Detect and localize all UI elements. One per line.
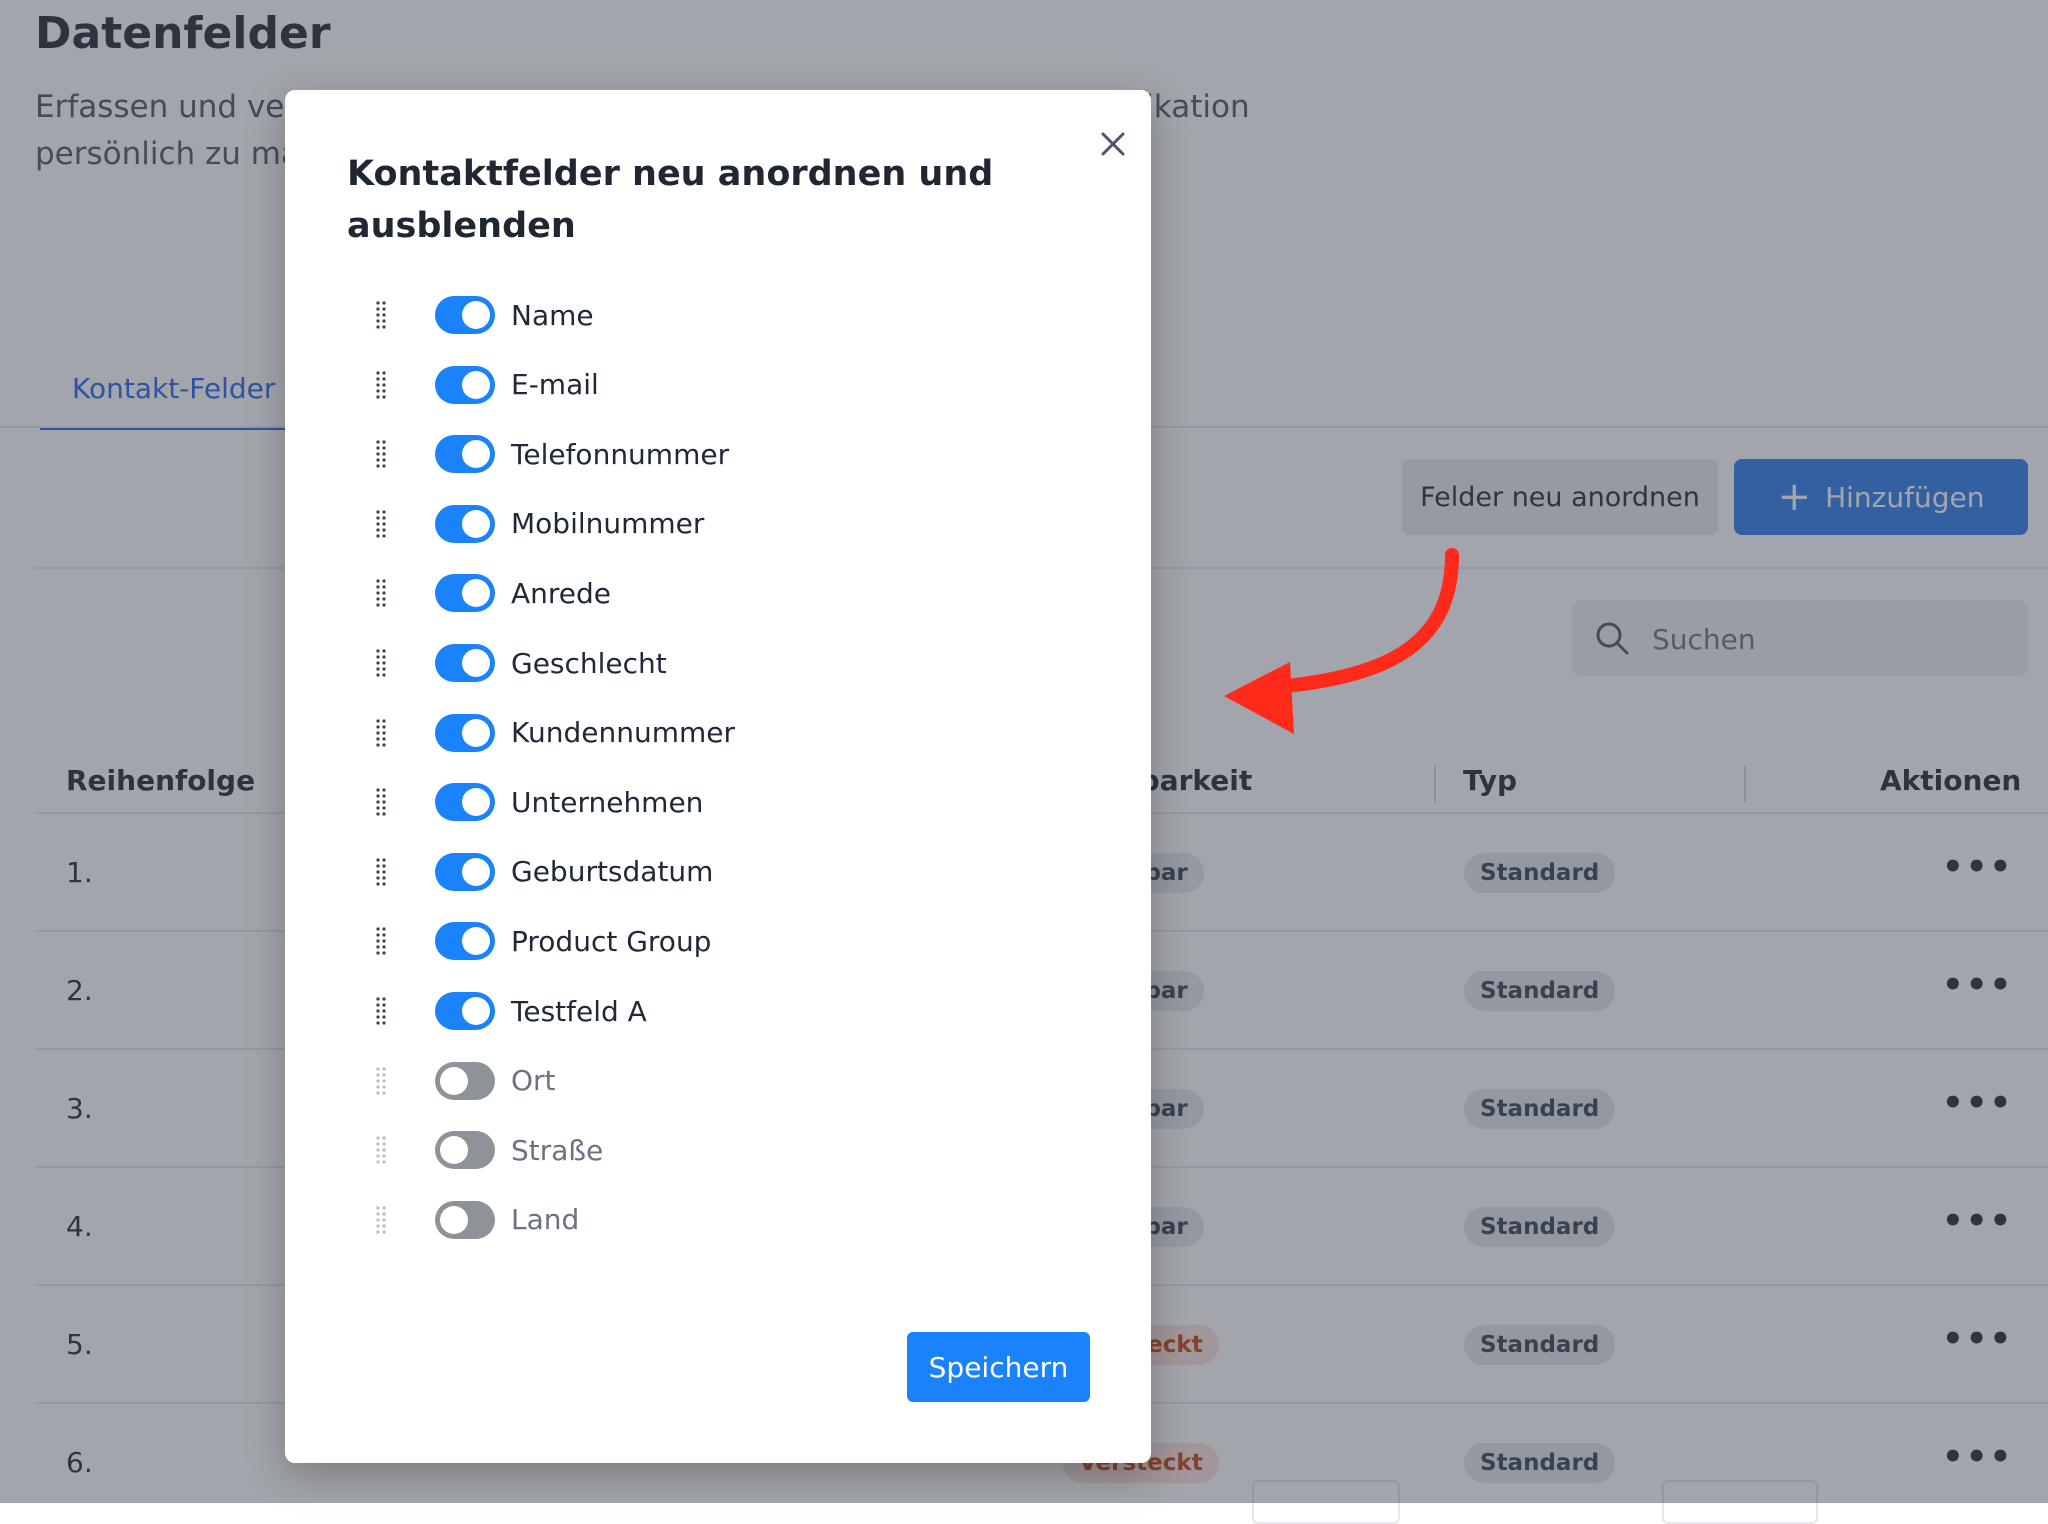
field-row: Unternehmen bbox=[375, 777, 1055, 827]
visibility-toggle[interactable] bbox=[435, 365, 495, 404]
drag-handle-icon[interactable] bbox=[375, 300, 387, 330]
visibility-toggle[interactable] bbox=[435, 435, 495, 474]
drag-handle-icon[interactable] bbox=[375, 578, 387, 608]
drag-handle-icon[interactable] bbox=[375, 509, 387, 539]
visibility-toggle[interactable] bbox=[435, 922, 495, 961]
drag-handle-icon[interactable] bbox=[375, 996, 387, 1026]
drag-handle-icon[interactable] bbox=[375, 1135, 387, 1165]
field-row: Geschlecht bbox=[375, 638, 1055, 688]
visibility-toggle[interactable] bbox=[435, 713, 495, 752]
visibility-toggle[interactable] bbox=[435, 644, 495, 682]
toggle-knob bbox=[462, 997, 490, 1025]
visibility-toggle[interactable] bbox=[435, 296, 495, 334]
field-label: E-mail bbox=[511, 368, 599, 402]
field-label: Telefonnummer bbox=[511, 437, 730, 471]
field-label: Geschlecht bbox=[511, 646, 667, 680]
visibility-toggle[interactable] bbox=[435, 1200, 495, 1239]
visibility-toggle[interactable] bbox=[435, 992, 495, 1030]
toggle-knob bbox=[462, 857, 490, 886]
toggle-knob bbox=[440, 1136, 468, 1165]
visibility-toggle[interactable] bbox=[435, 574, 495, 613]
visibility-toggle[interactable] bbox=[435, 1131, 495, 1170]
field-label: Kundennummer bbox=[511, 716, 735, 750]
field-label: Unternehmen bbox=[511, 785, 704, 819]
reorder-fields-dialog: Kontaktfelder neu anordnen und ausblende… bbox=[285, 90, 1151, 1463]
toggle-knob bbox=[462, 649, 490, 677]
drag-handle-icon[interactable] bbox=[375, 718, 387, 748]
field-row: Telefonnummer bbox=[375, 429, 1055, 479]
field-label: Geburtsdatum bbox=[511, 855, 714, 889]
field-row: Anrede bbox=[375, 568, 1055, 618]
visibility-toggle[interactable] bbox=[435, 852, 495, 891]
field-row: Ort bbox=[375, 1056, 1055, 1106]
field-label: Testfeld A bbox=[511, 994, 647, 1028]
field-row: Mobilnummer bbox=[375, 499, 1055, 549]
field-row: Testfeld A bbox=[375, 986, 1055, 1036]
drag-handle-icon[interactable] bbox=[375, 857, 387, 887]
field-label: Product Group bbox=[511, 924, 712, 958]
field-row: Straße bbox=[375, 1125, 1055, 1175]
field-label: Anrede bbox=[511, 576, 612, 610]
field-row: Product Group bbox=[375, 916, 1055, 966]
field-row: Name bbox=[375, 290, 1055, 340]
toggle-knob bbox=[462, 927, 490, 956]
toggle-knob bbox=[462, 370, 490, 399]
drag-handle-icon[interactable] bbox=[375, 926, 387, 956]
drag-handle-icon[interactable] bbox=[375, 1066, 387, 1096]
toggle-knob bbox=[462, 509, 490, 538]
drag-handle-icon[interactable] bbox=[375, 787, 387, 817]
visibility-toggle[interactable] bbox=[435, 783, 495, 822]
close-icon[interactable] bbox=[1091, 122, 1135, 166]
field-row: Kundennummer bbox=[375, 708, 1055, 758]
toggle-knob bbox=[462, 301, 490, 329]
save-button[interactable]: Speichern bbox=[907, 1332, 1090, 1402]
annotation-arrow bbox=[1224, 548, 1459, 734]
field-label: Name bbox=[511, 298, 594, 332]
field-row: E-mail bbox=[375, 360, 1055, 410]
field-label: Straße bbox=[511, 1133, 604, 1167]
toggle-knob bbox=[462, 788, 490, 817]
visibility-toggle[interactable] bbox=[435, 504, 495, 543]
field-row: Geburtsdatum bbox=[375, 847, 1055, 897]
field-row: Land bbox=[375, 1195, 1055, 1245]
drag-handle-icon[interactable] bbox=[375, 1205, 387, 1235]
drag-handle-icon[interactable] bbox=[375, 370, 387, 400]
toggle-knob bbox=[462, 440, 490, 469]
drag-handle-icon[interactable] bbox=[375, 439, 387, 469]
field-label: Ort bbox=[511, 1064, 556, 1098]
field-label: Mobilnummer bbox=[511, 507, 705, 541]
toggle-knob bbox=[440, 1066, 468, 1095]
visibility-toggle[interactable] bbox=[435, 1061, 495, 1100]
drag-handle-icon[interactable] bbox=[375, 648, 387, 678]
toggle-knob bbox=[462, 579, 490, 608]
field-label: Land bbox=[511, 1203, 580, 1237]
toggle-knob bbox=[440, 1205, 468, 1234]
dialog-title: Kontaktfelder neu anordnen und ausblende… bbox=[347, 154, 994, 246]
toggle-knob bbox=[462, 718, 490, 747]
